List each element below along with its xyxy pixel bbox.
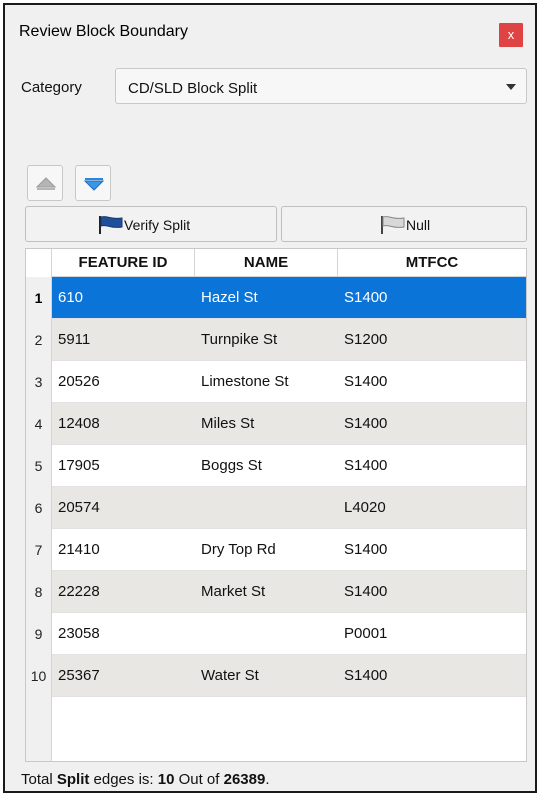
status-total: 26389 (223, 771, 266, 788)
cell-mtfcc: S1400 (344, 373, 388, 390)
column-header-feature-id[interactable]: FEATURE ID (52, 249, 195, 277)
table-row[interactable]: 4 12408 Miles St S1400 (26, 403, 526, 445)
move-up-button[interactable] (27, 165, 63, 201)
row-number: 9 (26, 613, 52, 655)
cell-name: Limestone St (201, 373, 289, 390)
cell-feature-id: 20574 (58, 499, 100, 516)
status-middle: edges is: (89, 771, 158, 788)
table-corner (26, 249, 52, 277)
table-header: FEATURE ID NAME MTFCC (26, 249, 526, 277)
cell-mtfcc: S1400 (344, 583, 388, 600)
cell-name: Dry Top Rd (201, 541, 276, 558)
cell-mtfcc: P0001 (344, 625, 388, 642)
column-header-mtfcc[interactable]: MTFCC (338, 249, 526, 277)
cell-name: Miles St (201, 415, 255, 432)
null-label: Null (406, 217, 431, 233)
cell-feature-id: 610 (58, 289, 84, 306)
row-number: 4 (26, 403, 52, 445)
table-row[interactable]: 3 20526 Limestone St S1400 (26, 361, 526, 403)
table-row[interactable]: 9 23058 P0001 (26, 613, 526, 655)
cell-mtfcc: S1400 (344, 541, 388, 558)
cell-feature-id: 5911 (58, 331, 91, 348)
window-title: Review Block Boundary (19, 23, 188, 40)
cell-mtfcc: L4020 (344, 499, 386, 516)
category-selected-value: CD/SLD Block Split (128, 80, 258, 97)
table-empty-area (26, 697, 526, 761)
status-count: 10 (157, 771, 175, 788)
status-prefix: Total (21, 771, 57, 788)
row-number: 7 (26, 529, 52, 571)
cell-mtfcc: S1200 (344, 331, 388, 348)
row-number: 3 (26, 361, 52, 403)
category-dropdown[interactable]: CD/SLD Block Split (115, 68, 527, 104)
table-row[interactable]: 1 610 Hazel St S1400 (26, 277, 526, 319)
close-button[interactable]: x (499, 23, 523, 47)
cell-name: Boggs St (201, 457, 262, 474)
cell-name (195, 487, 338, 529)
cell-feature-id: 23058 (58, 625, 100, 642)
null-button[interactable]: Null (281, 206, 527, 242)
flag-icon (99, 216, 123, 234)
move-down-button[interactable] (75, 165, 111, 201)
cell-name: Turnpike St (201, 331, 278, 348)
cell-mtfcc: S1400 (344, 457, 388, 474)
status-bold-word: Split (56, 771, 90, 788)
table-row[interactable]: 5 17905 Boggs St S1400 (26, 445, 526, 487)
row-number: 2 (26, 319, 52, 361)
row-number: 8 (26, 571, 52, 613)
cell-name (195, 613, 338, 655)
status-summary: Total Split edges is: 10 Out of 26389. (21, 771, 270, 788)
row-header-gutter (26, 697, 52, 761)
cell-name: Hazel St (201, 289, 258, 306)
table-row[interactable]: 8 22228 Market St S1400 (26, 571, 526, 613)
triangle-down-icon (84, 178, 104, 191)
status-suffix: . (265, 771, 270, 788)
features-table[interactable]: FEATURE ID NAME MTFCC 1 610 Hazel St S14… (25, 248, 527, 762)
cell-feature-id: 20526 (58, 373, 100, 390)
row-number: 10 (26, 655, 52, 697)
category-label: Category (21, 79, 82, 96)
verify-split-label: Verify Split (124, 217, 191, 233)
cell-mtfcc: S1400 (344, 415, 388, 432)
flag-icon (381, 216, 405, 234)
row-number: 5 (26, 445, 52, 487)
cell-mtfcc: S1400 (344, 667, 388, 684)
cell-feature-id: 25367 (58, 667, 100, 684)
table-row[interactable]: 2 5911 Turnpike St S1200 (26, 319, 526, 361)
review-block-boundary-window: Review Block Boundary x Category CD/SLD … (3, 3, 537, 793)
column-header-name[interactable]: NAME (195, 249, 338, 277)
chevron-down-icon (506, 84, 516, 90)
cell-feature-id: 22228 (58, 583, 100, 600)
triangle-up-icon (36, 177, 56, 190)
status-out-of: Out of (174, 771, 224, 788)
cell-feature-id: 12408 (58, 415, 100, 432)
cell-feature-id: 17905 (58, 457, 100, 474)
table-row[interactable]: 7 21410 Dry Top Rd S1400 (26, 529, 526, 571)
cell-name: Water St (201, 667, 259, 684)
cell-name: Market St (201, 583, 266, 600)
table-row[interactable]: 10 25367 Water St S1400 (26, 655, 526, 697)
title-bar: Review Block Boundary x (5, 5, 535, 55)
verify-split-button[interactable]: Verify Split (25, 206, 277, 242)
row-number: 6 (26, 487, 52, 529)
row-number: 1 (26, 277, 52, 319)
table-row[interactable]: 6 20574 L4020 (26, 487, 526, 529)
cell-mtfcc: S1400 (344, 289, 388, 306)
cell-feature-id: 21410 (58, 541, 100, 558)
